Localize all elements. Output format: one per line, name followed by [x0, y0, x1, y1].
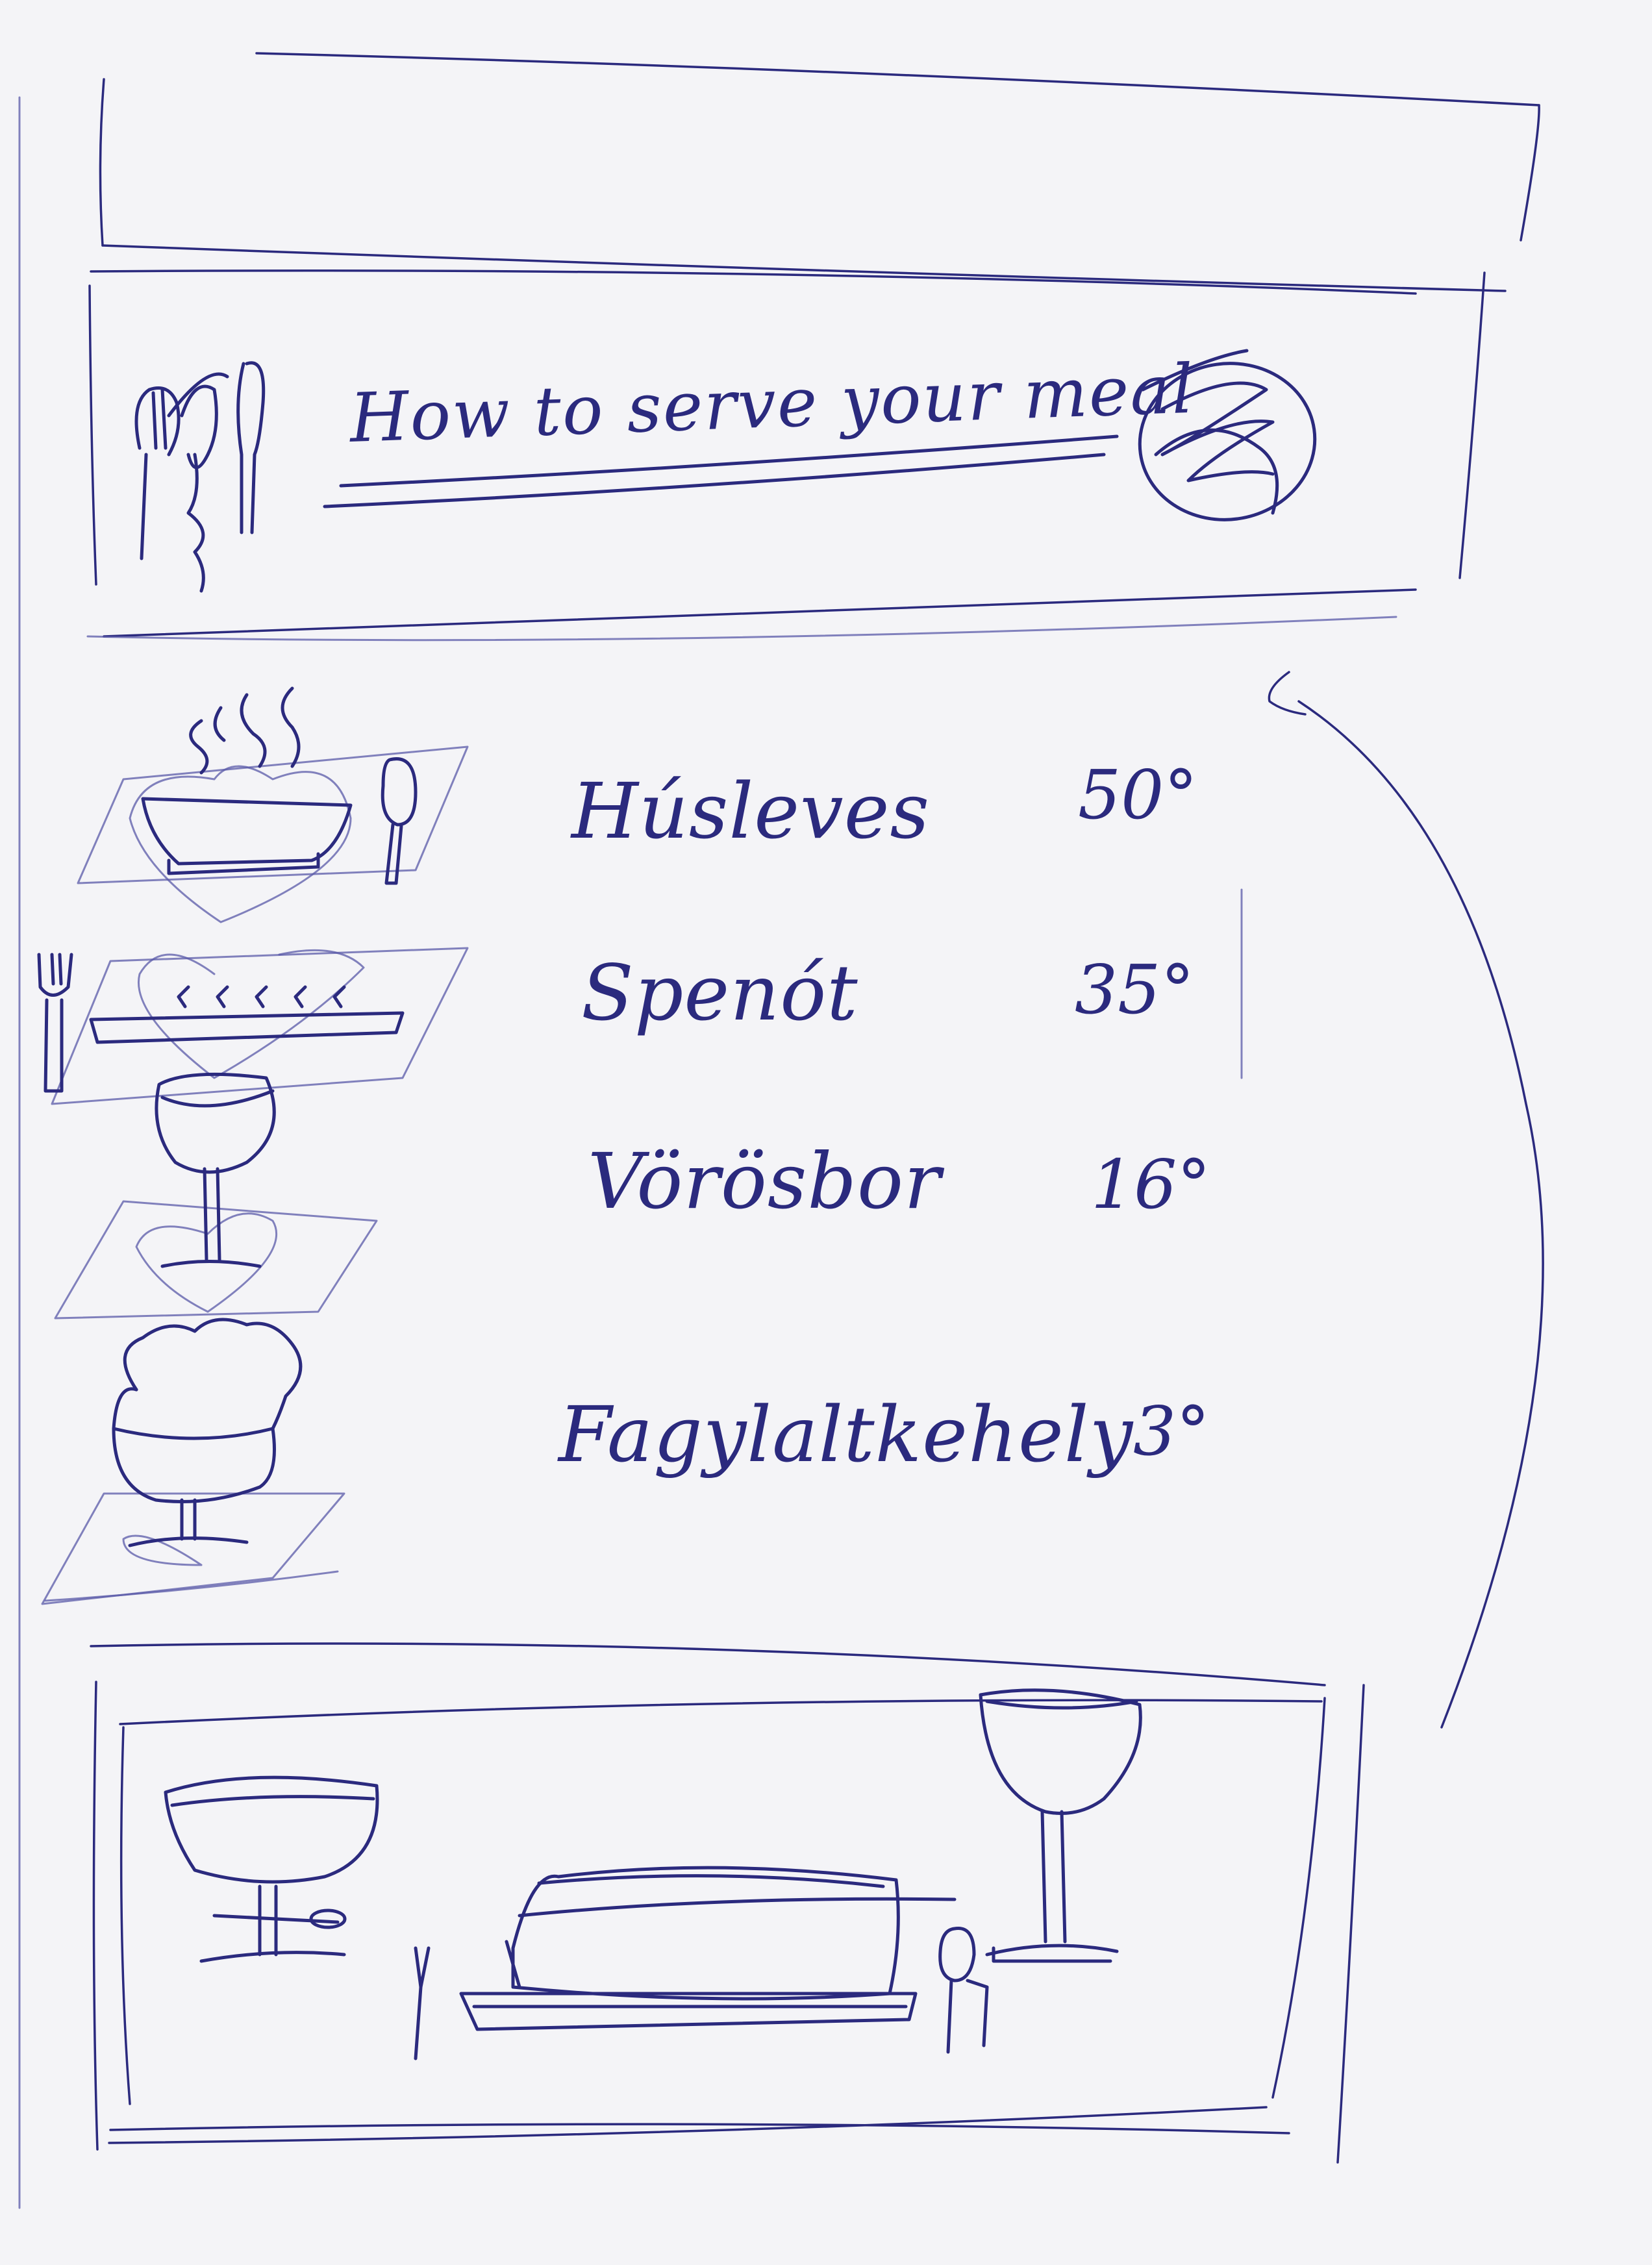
- menu-item-temperature: 3°: [1133, 1392, 1210, 1471]
- cutlery-icon: [134, 361, 266, 593]
- covered-plate-icon: [459, 1866, 957, 2031]
- menu-item-name: Spenót: [581, 948, 858, 1038]
- top-banner-box: [99, 52, 1540, 292]
- ice-cream-cup-icon: [41, 1318, 345, 1605]
- dessert-cup-icon: [164, 1775, 379, 1963]
- fork-icon: [414, 1946, 431, 2060]
- menu-item-temperature: 35°: [1075, 950, 1194, 1029]
- spoon-icon: [938, 1927, 989, 2054]
- header-box: [88, 269, 1486, 638]
- menu-item-temperature: 50°: [1078, 755, 1197, 834]
- section-divider-bottom: [44, 1570, 339, 1602]
- main-dish-plate-icon: [37, 947, 469, 1105]
- section-divider: [86, 616, 1397, 642]
- soup-bowl-icon: [77, 686, 469, 923]
- curved-arrow-icon: [1268, 671, 1544, 1729]
- menu-item-temperature: 16°: [1091, 1145, 1210, 1224]
- wine-glass-icon: [54, 1072, 378, 1320]
- menu-item-name: Húsleves: [570, 766, 930, 856]
- menu-item-name: Fagylaltkehely: [557, 1390, 1134, 1479]
- wine-glass-icon: [979, 1688, 1142, 1963]
- menu-item-name: Vörösbor: [588, 1136, 945, 1226]
